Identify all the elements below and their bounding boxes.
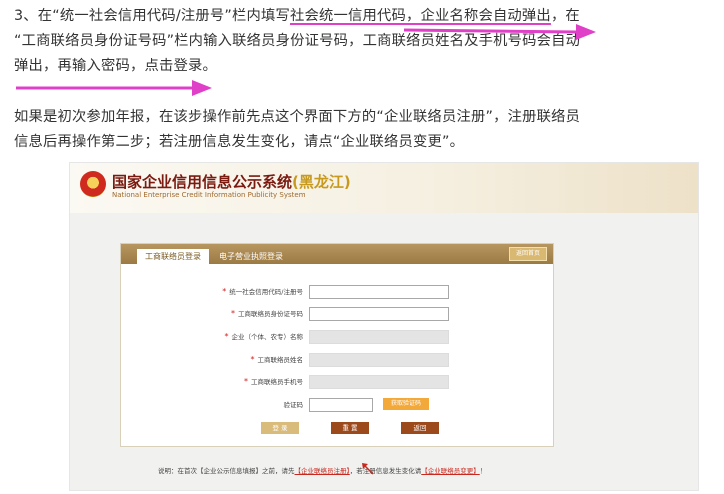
article-line: “工商联络员身份证号码”栏内输入联络员身份证号码，工商联络员姓名及手机号码会自动 xyxy=(14,33,581,49)
liaison-name-field xyxy=(309,353,449,367)
enterprise-name-field xyxy=(309,330,449,344)
article-line: 3、在“统一社会信用代码/注册号”栏内填写社会统一信用代码，企业名称会自动弹出，… xyxy=(14,4,714,29)
site-title: 国家企业信用信息公示系统(黑龙江) xyxy=(112,173,351,191)
form-row: * 工商联络员姓名 xyxy=(121,353,553,367)
annotation-arrow-icon xyxy=(403,24,596,40)
return-home-button[interactable]: 返回首页 xyxy=(509,247,547,261)
get-captcha-button[interactable]: 获取验证码 xyxy=(383,398,429,410)
form-row: * 工商联络员手机号 xyxy=(121,375,553,389)
tab-liaison-login[interactable]: 工商联络员登录 xyxy=(137,249,209,264)
change-liaison-link[interactable]: 【企业联络员变更】 xyxy=(421,467,480,475)
field-label: * 工商联络员姓名 xyxy=(250,355,304,364)
site-banner: 国家企业信用信息公示系统(黑龙江) National Enterprise Cr… xyxy=(70,163,698,213)
site-region: (黑龙江) xyxy=(292,173,351,191)
embedded-login-screenshot: 国家企业信用信息公示系统(黑龙江) National Enterprise Cr… xyxy=(69,162,699,491)
article-line: 信息后再操作第二步；若注册信息发生变化，请点“企业联络员变更”。 xyxy=(14,134,465,150)
reset-button[interactable]: 重 置 xyxy=(331,422,369,434)
back-button[interactable]: 返回 xyxy=(401,422,439,434)
article-paragraph-2: 如果是初次参加年报，在该步操作前先点这个界面下方的“企业联络员注册”，注册联络员… xyxy=(14,105,714,155)
register-liaison-link[interactable]: 【企业联络员注册】 xyxy=(295,467,350,475)
article-paragraph-1: 3、在“统一社会信用代码/注册号”栏内填写社会统一信用代码，企业名称会自动弹出，… xyxy=(14,4,714,79)
field-label: * 统一社会信用代码/注册号 xyxy=(222,287,303,296)
form-row: * 工商联络员身份证号码 xyxy=(121,307,553,321)
field-label: * 工商联络员身份证号码 xyxy=(231,309,303,318)
form-row: * 统一社会信用代码/注册号 xyxy=(121,285,553,299)
field-label: * 企业（个体、农专）名称 xyxy=(224,332,304,341)
captcha-label: 验证码 xyxy=(283,401,304,409)
article-line: 如果是初次参加年报，在该步操作前先点这个界面下方的“企业联络员注册”，注册联络员 xyxy=(14,109,581,125)
login-button[interactable]: 登 录 xyxy=(261,422,299,434)
form-row: * 企业（个体、农专）名称 xyxy=(121,330,553,344)
credit-code-input[interactable] xyxy=(309,285,449,299)
tab-e-license-login[interactable]: 电子营业执照登录 xyxy=(219,249,283,264)
annotation-arrow-icon xyxy=(16,80,212,96)
liaison-phone-field xyxy=(309,375,449,389)
national-emblem-icon xyxy=(80,171,106,197)
login-panel: 工商联络员登录 电子营业执照登录 返回首页 * 统一社会信用代码/注册号 * 工商联… xyxy=(120,243,554,447)
pointer-arrow-icon xyxy=(362,463,374,475)
instruction-note: 说明：在首次【企业公示信息填报】之前，请先【企业联络员注册】，若注册信息发生变化… xyxy=(158,467,487,475)
article-line-1-start: 3、在“统一社会信用代码/注册号”栏内填写 xyxy=(14,8,290,24)
liaison-id-number-input[interactable] xyxy=(309,307,449,321)
article-line: 弹出，再输入密码，点击登录。 xyxy=(14,58,217,74)
site-subtitle: National Enterprise Credit Information P… xyxy=(112,191,306,199)
field-label: * 工商联络员手机号 xyxy=(244,377,303,386)
captcha-input[interactable] xyxy=(309,398,373,412)
form-row: 验证码 获取验证码 xyxy=(121,398,553,412)
login-panel-header: 工商联络员登录 电子营业执照登录 返回首页 xyxy=(121,244,553,264)
